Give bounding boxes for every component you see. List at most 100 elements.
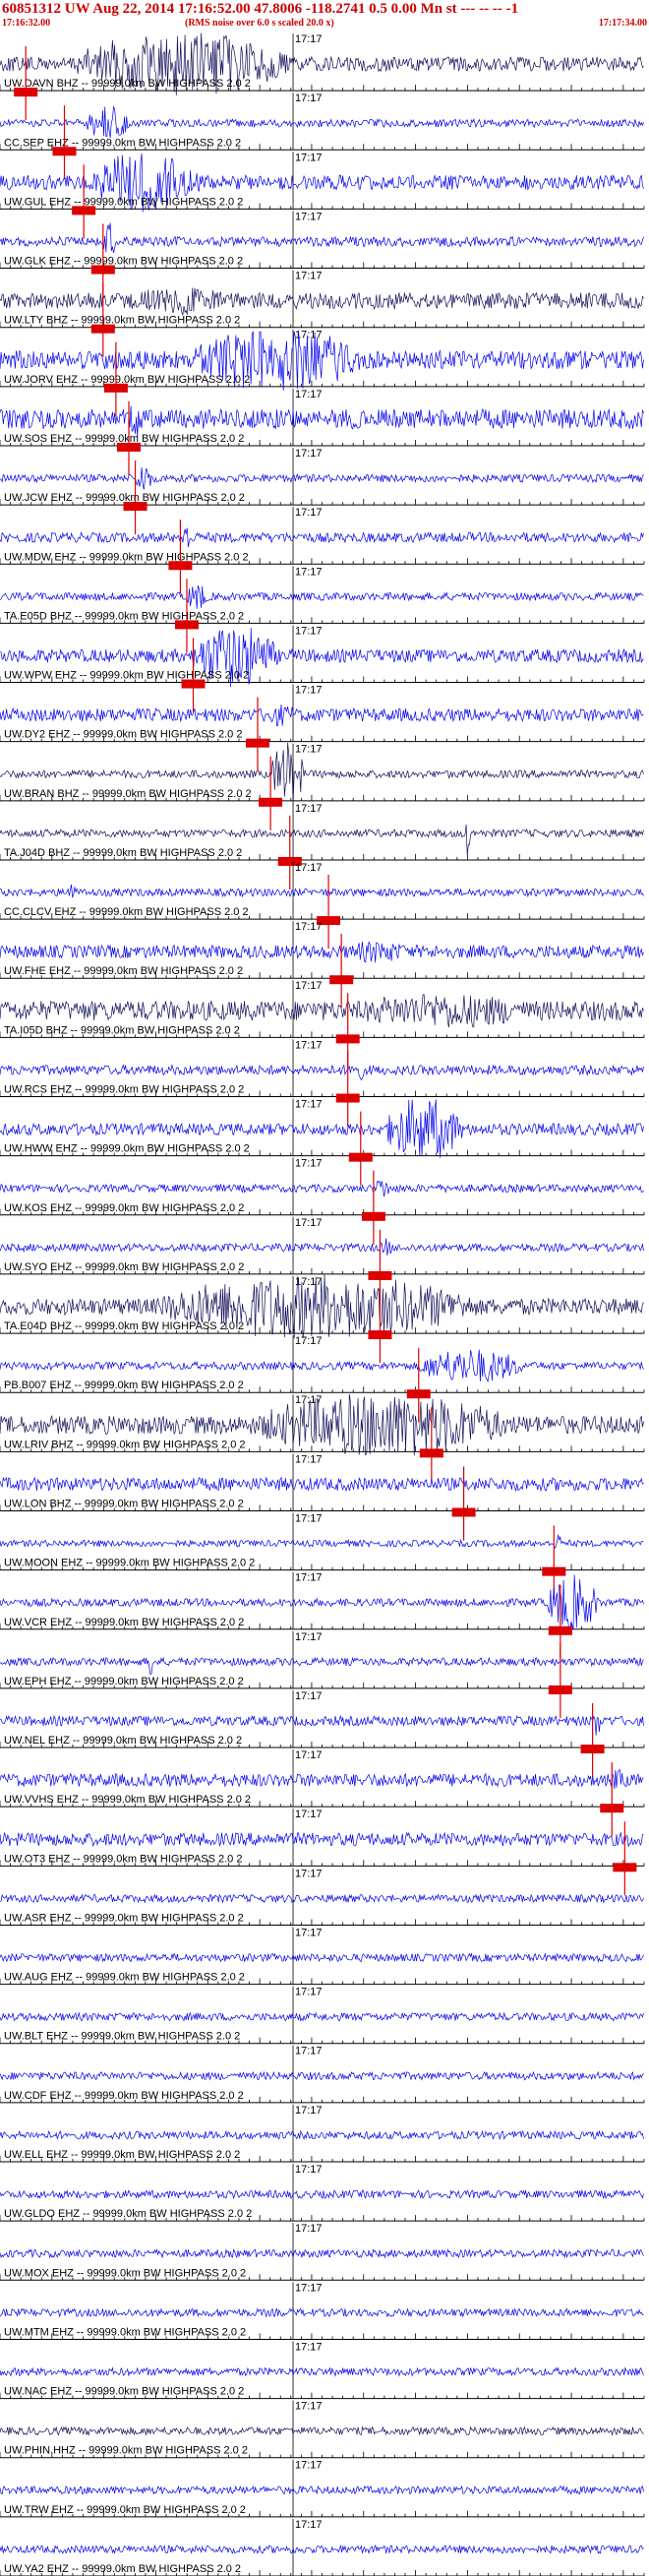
channel-label: UW.PHIN HHZ -- 99999.0km BW HIGHPASS 2.0… [4, 2445, 248, 2457]
trace-panel: 17:17 UW.VVHS EHZ -- 99999.0km BW HIGHPAS… [0, 1749, 645, 1837]
trace-panel: 17:17 UW.KOS EHZ -- 99999.0km BW HIGHPASS… [0, 1157, 645, 1245]
minute-tick-label: 17:17 [295, 152, 323, 163]
minute-tick-label: 17:17 [295, 1335, 323, 1347]
trace-panel: 17:17UW.SOS EHZ -- 99999.0km BW HIGHPASS… [0, 388, 645, 476]
pick-marker [368, 1330, 392, 1340]
minute-tick-label: 17:17 [295, 2460, 323, 2472]
channel-label: UW.FHE EHZ -- 99999.0km BW HIGHPASS 2.0 … [4, 965, 243, 977]
channel-label: CC.CLCV EHZ -- 99999.0km BW HIGHPASS 2.0… [4, 906, 249, 918]
channel-label: UW.VCR EHZ -- 99999.0km BW HIGHPASS 2.0 … [4, 1617, 244, 1628]
channel-label: UW.MOX EHZ -- 99999.0km BW HIGHPASS 2.0 … [4, 2267, 246, 2279]
trace-panel: 17:17 UW.FHE EHZ -- 99999.0km BW HIGHPASS… [0, 921, 645, 1009]
pick-marker [72, 206, 96, 215]
trace-panel: 17:17 PB.B007 EHZ -- 99999.0km BW HIGHPAS… [0, 1335, 645, 1423]
trace-panel: 17:17 UW.MDW EHZ -- 99999.0km BW HIGHPASS… [0, 507, 645, 594]
trace-panel: 17:17 UW.GUL EHZ -- 99999.0km BW HIGHPASS… [0, 152, 645, 239]
channel-label: UW.LRIV BHZ -- 99999.0km BW HIGHPASS 2.0… [4, 1439, 246, 1450]
minute-tick-label: 17:17 [295, 1690, 323, 1702]
trace-panel: 17:17 UW.LON BHZ -- 99999.0km BW HIGHPASS… [0, 1453, 645, 1541]
trace-panel: 17:17 UW.CDF EHZ -- 99999.0km BW HIGHPASS… [0, 2045, 645, 2104]
minute-tick-label: 17:17 [295, 2401, 323, 2413]
trace-panel: 17:17 CC.CLCV EHZ -- 99999.0km BW HIGHPAS… [0, 861, 645, 950]
pick-marker [123, 502, 148, 512]
trace-panel: 17:17 UW.WPW EHZ -- 99999.0km BW HIGHPASS… [0, 625, 645, 712]
channel-label: UW.ELL EHZ -- 99999.0km BW HIGHPASS 2.0 … [4, 2149, 240, 2161]
trace-panel: 17:17 UW.MTM EHZ -- 99999.0km BW HIGHPASS… [0, 2282, 645, 2340]
pick-marker [90, 324, 115, 334]
channel-label: UW.NAC EHZ -- 99999.0km BW HIGHPASS 2.0 … [4, 2386, 244, 2398]
minute-tick-label: 17:17 [295, 1572, 323, 1584]
waveform [0, 2129, 644, 2141]
minute-tick-label: 17:17 [295, 2105, 323, 2116]
waveform [0, 106, 644, 139]
channel-label: TA.I05D BHZ -- 99999.0km BW HIGHPASS 2.0… [4, 1024, 240, 1036]
waveform [0, 2544, 644, 2554]
pick-marker [168, 561, 193, 571]
pick-marker [14, 88, 38, 97]
minute-tick-label: 17:17 [295, 2223, 323, 2235]
pick-marker [361, 1211, 385, 1221]
seismogram-plot: 17:17 UW.DAVN BHZ -- 99999.0km BW HIGHPAS… [0, 32, 645, 2576]
minute-tick-label: 17:17 [295, 1809, 323, 1820]
pick-marker [181, 679, 206, 689]
channel-label: UW.BRAN BHZ -- 99999.0km BW HIGHPASS 2.0… [4, 788, 252, 800]
waveform [0, 467, 644, 490]
minute-tick-label: 17:17 [295, 1749, 323, 1761]
pick-marker [406, 1389, 431, 1399]
trace-panel: 17:17 UW.BLT EHZ -- 99999.0km BW HIGHPASS… [0, 1986, 645, 2045]
pick-marker [335, 1034, 360, 1044]
end-time: 17:17:34.00 [598, 18, 647, 29]
channel-label: PB.B007 EHZ -- 99999.0km BW HIGHPASS 2.0… [4, 1380, 244, 1391]
minute-tick-label: 17:17 [295, 2341, 323, 2353]
waveform [0, 1180, 644, 1197]
trace-panel: 17:17 UW.MOX EHZ -- 99999.0km BW HIGHPASS… [0, 2223, 645, 2281]
pick-marker [419, 1448, 443, 1458]
waveform [0, 1349, 644, 1383]
waveform [0, 941, 644, 963]
trace-panel: 17:17UW.JCW EHZ -- 99999.0km BW HIGHPASS… [0, 447, 645, 535]
waveform [0, 704, 644, 727]
trace-panel: 17:17 UW.AUG EHZ -- 99999.0km BW HIGHPASS… [0, 1927, 645, 1986]
waveform [0, 1064, 644, 1081]
trace-panel: 17:17 TA.E04D BHZ -- 99999.0km BW HIGHPAS… [0, 1274, 645, 1364]
channel-label: UW.LON BHZ -- 99999.0km BW HIGHPASS 2.0 … [4, 1498, 244, 1509]
waveform [0, 1656, 644, 1676]
channel-label: UW.BLT EHZ -- 99999.0km BW HIGHPASS 2.0 … [4, 2031, 240, 2043]
trace-panel: 17:17 UW.ASR EHZ -- 99999.0km BW HIGHPASS… [0, 1868, 645, 1926]
trace-panel: 17:17 UW.NEL EHZ -- 99999.0km BW HIGHPASS… [0, 1689, 645, 1778]
waveform [0, 884, 644, 898]
trace-panel: 17:17 UW.LTY BHZ -- 99999.0km BW HIGHPASS… [0, 270, 645, 357]
waveform [0, 1952, 644, 1963]
minute-tick-label: 17:17 [295, 2164, 323, 2176]
trace-panel: 17:17 UW.EPH EHZ -- 99999.0km BW HIGHPASS… [0, 1630, 645, 1718]
minute-tick-label: 17:17 [295, 389, 323, 400]
minute-tick-label: 17:17 [295, 1039, 323, 1051]
channel-label: UW.GUL EHZ -- 99999.0km BW HIGHPASS 2.0 … [4, 196, 243, 208]
pick-marker [542, 1566, 566, 1576]
waveform [0, 1714, 644, 1736]
pick-marker [580, 1745, 605, 1754]
minute-tick-label: 17:17 [295, 1099, 323, 1111]
trace-panel: 17:17 TA.E05D BHZ -- 99999.0km BW HIGHPAS… [0, 566, 645, 653]
waveform [0, 1476, 644, 1493]
waveform [0, 585, 644, 609]
channel-label: UW.MTM EHZ -- 99999.0km BW HIGHPASS 2.0 … [4, 2326, 246, 2338]
trace-panel: 17:17 UW.MOON EHZ -- 99999.0km BW HIGHPAS… [0, 1512, 645, 1600]
channel-label: UW.GLK EHZ -- 99999.0km BW HIGHPASS 2.0 … [4, 256, 243, 268]
waveform [0, 2366, 644, 2377]
channel-label: UW.DAVN BHZ -- 99999.0km BW HIGHPASS 2.0… [4, 78, 251, 90]
trace-panel: 17:17 UW.ELL EHZ -- 99999.0km BW HIGHPASS… [0, 2104, 645, 2163]
channel-label: UW.NEL EHZ -- 99999.0km BW HIGHPASS 2.0 … [4, 1735, 242, 1747]
channel-label: UW.LTY BHZ -- 99999.0km BW HIGHPASS 2.0 … [4, 315, 240, 327]
channel-label: UW.KOS EHZ -- 99999.0km BW HIGHPASS 2.0 … [4, 1202, 244, 1214]
pick-marker [548, 1625, 572, 1635]
minute-tick-label: 17:17 [295, 921, 323, 933]
pick-marker [174, 620, 199, 630]
waveform [0, 2484, 644, 2495]
waveform [0, 2070, 644, 2081]
minute-tick-label: 17:17 [295, 803, 323, 815]
trace-panel: 17:17 UW.DY2 EHZ -- 99999.0km BW HIGHPASS… [0, 684, 645, 771]
minute-tick-label: 17:17 [295, 1276, 323, 1288]
trace-panel: 17:17 UW.PHIN HHZ -- 99999.0km BW HIGHPAS… [0, 2400, 645, 2459]
trace-panel: 17:17 UW.YA2 EHZ -- 99999.0km BW HIGHPASS… [0, 2518, 645, 2576]
